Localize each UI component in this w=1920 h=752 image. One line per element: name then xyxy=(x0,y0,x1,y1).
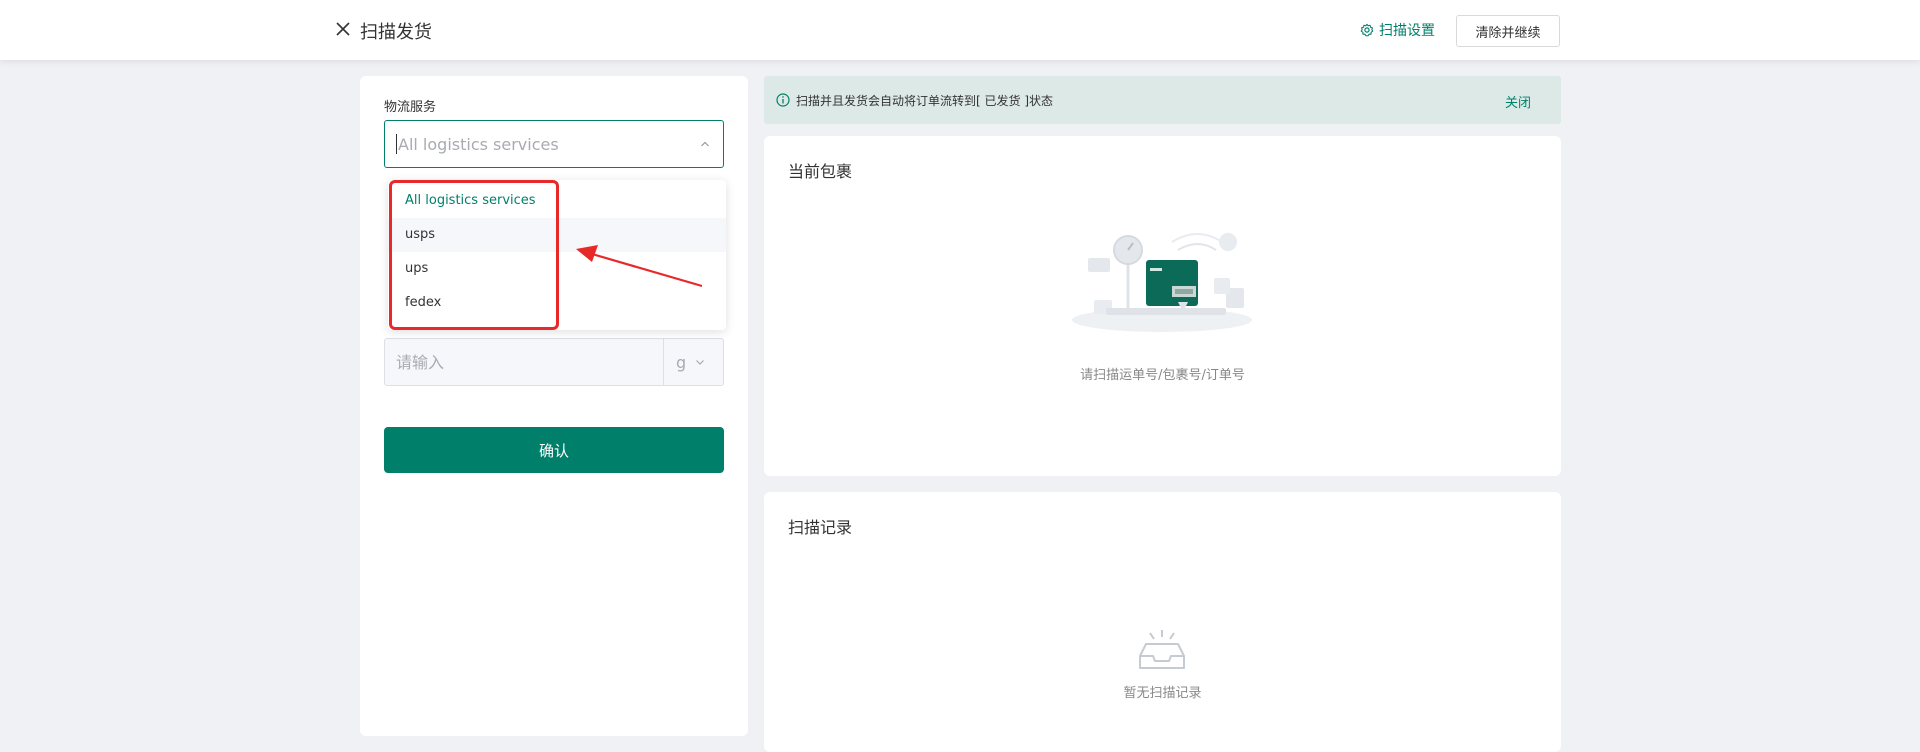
info-icon xyxy=(776,93,790,107)
notice-close-link[interactable]: 关闭 xyxy=(1505,92,1531,111)
notice-suffix: 状态 xyxy=(1029,93,1054,108)
scan-log-title: 扫描记录 xyxy=(788,518,853,537)
annotation-arrow-icon xyxy=(576,245,703,288)
weight-input[interactable] xyxy=(385,339,663,385)
package-scale-illustration-icon xyxy=(1072,233,1252,332)
weight-unit-value: g xyxy=(676,352,687,372)
empty-inbox-icon xyxy=(1139,630,1185,669)
scan-log-empty-text: 暂无扫描记录 xyxy=(1123,686,1202,701)
scan-settings-link[interactable]: 扫描设置 xyxy=(1360,20,1435,40)
scan-settings-label: 扫描设置 xyxy=(1379,23,1435,39)
confirm-button[interactable]: 确认 xyxy=(384,427,724,473)
top-bar: 扫描发货 扫描设置 清除并继续 xyxy=(0,0,1920,60)
settings-gear-icon xyxy=(1360,23,1374,37)
page-title: 扫描发货 xyxy=(360,22,432,43)
logistics-select-placeholder: All logistics services xyxy=(398,134,559,154)
dropdown-option-all[interactable]: All logistics services xyxy=(388,184,726,218)
scan-log-card: 扫描记录 暂无扫描记录 xyxy=(764,492,1561,752)
chevron-down-icon xyxy=(696,360,705,365)
dropdown-option-fedex[interactable]: fedex xyxy=(388,286,726,320)
weight-field-group: g xyxy=(384,338,724,386)
notice-status: [ 已发货 ] xyxy=(976,93,1030,108)
chevron-up-icon xyxy=(701,141,709,147)
current-package-card: 当前包裹 请扫描运单号/包裹号/订单号 xyxy=(764,136,1561,476)
text-cursor xyxy=(396,134,397,154)
logistics-service-label: 物流服务 xyxy=(384,100,437,115)
current-package-empty-text: 请扫描运单号/包裹号/订单号 xyxy=(1080,368,1245,383)
notice-text: 扫描并且发货会自动将订单流转到 xyxy=(796,93,977,108)
notice-bar: 扫描并且发货会自动将订单流转到 [ 已发货 ] 状态 关闭 xyxy=(764,76,1561,124)
shipping-form-panel: 物流服务 All logistics services g 确认 xyxy=(360,76,748,736)
weight-unit-select[interactable]: g xyxy=(663,339,723,385)
current-package-title: 当前包裹 xyxy=(788,162,853,181)
logistics-service-select[interactable]: All logistics services xyxy=(384,120,724,168)
close-icon[interactable] xyxy=(333,19,353,39)
clear-continue-button[interactable]: 清除并继续 xyxy=(1456,15,1560,47)
